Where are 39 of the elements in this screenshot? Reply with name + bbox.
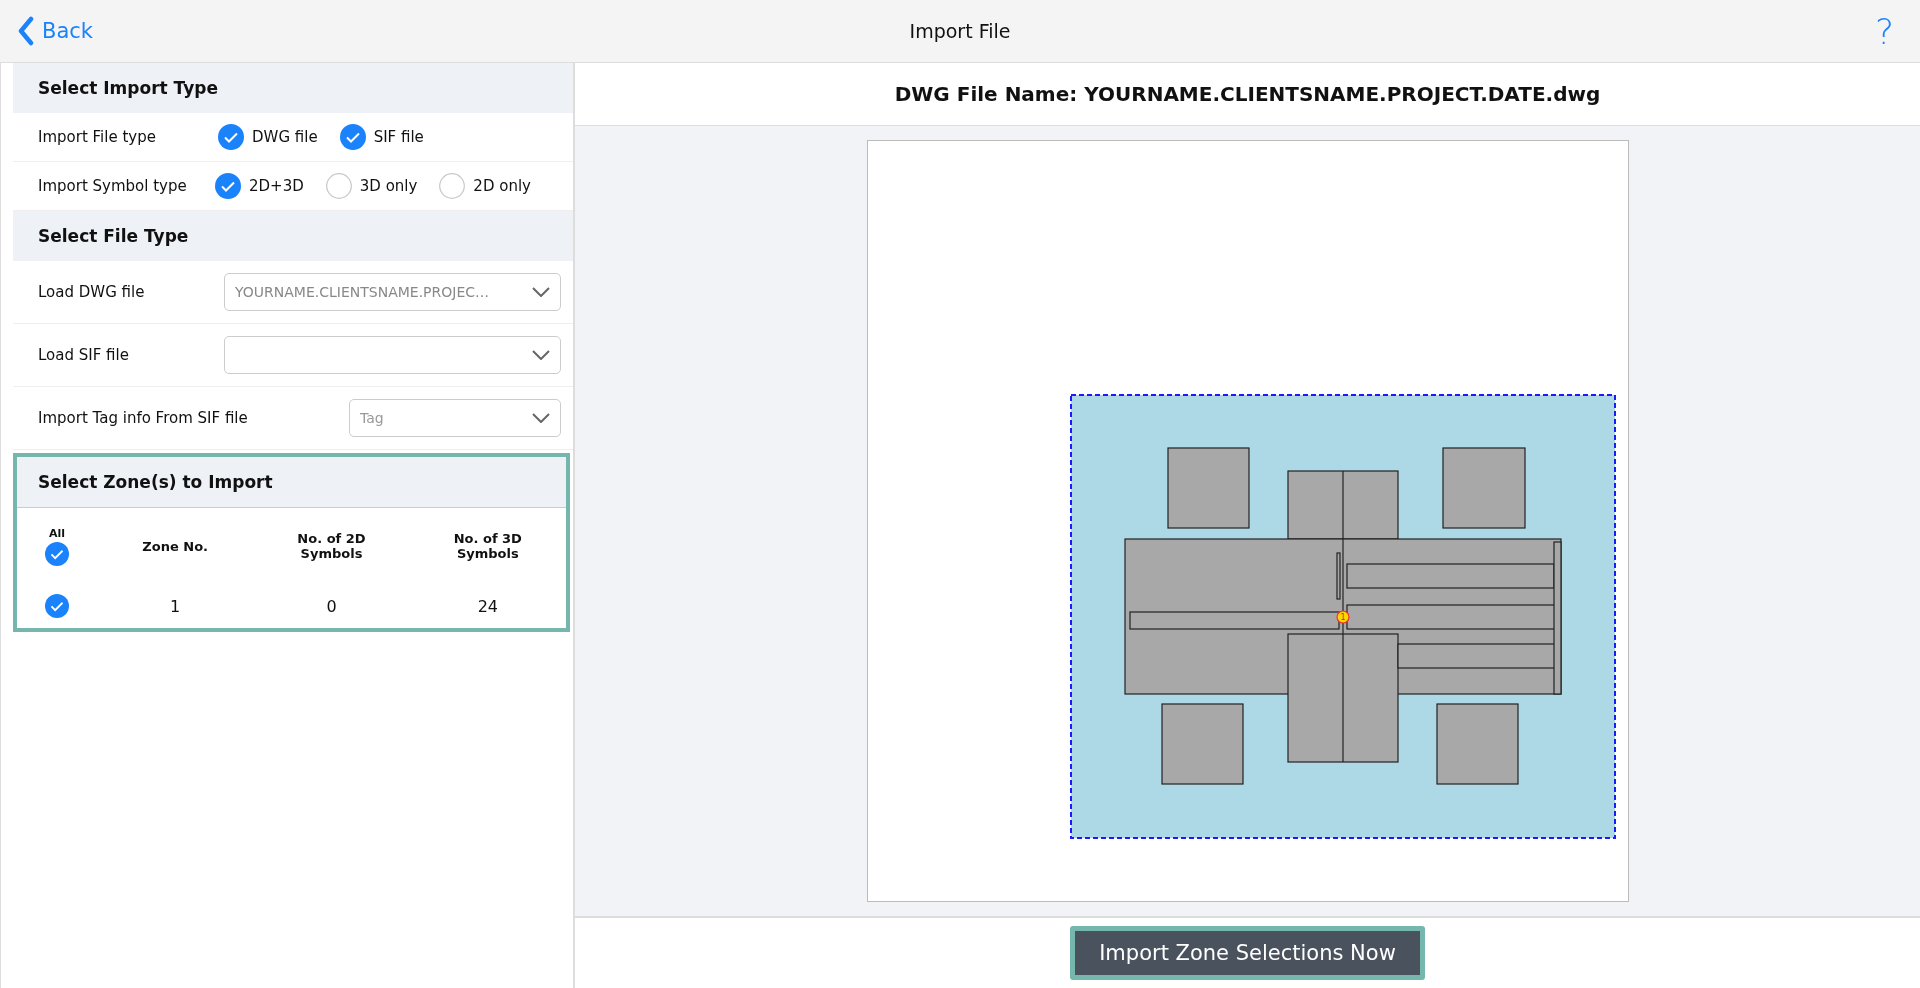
- chevron-down-icon: [532, 287, 550, 297]
- column-header: No. of 2D Symbols: [296, 531, 367, 561]
- column-header: No. of 3D Symbols: [452, 531, 523, 561]
- page-title: Import File: [909, 20, 1011, 42]
- all-label: All: [48, 526, 66, 540]
- chevron-down-icon: [532, 413, 550, 423]
- checkbox[interactable]: [218, 124, 244, 150]
- dropdown-field[interactable]: Tag: [349, 399, 561, 437]
- select-all-checkbox[interactable]: [45, 541, 69, 566]
- field-label: Import File type: [38, 128, 157, 146]
- field-label: Load SIF file: [38, 346, 129, 364]
- back-button[interactable]: Back: [14, 12, 97, 50]
- column-header: Zone No.: [141, 538, 209, 554]
- table-cell-text: 24: [476, 596, 499, 616]
- radio-button[interactable]: [439, 173, 466, 199]
- section-header: Select Import Type: [13, 63, 573, 113]
- chevron-down-icon: [532, 350, 550, 360]
- import-button[interactable]: Import Zone Selections Now: [1070, 926, 1425, 980]
- table-cell-text: 1: [169, 596, 182, 616]
- option-label: 3D only: [359, 177, 418, 195]
- option-label: 2D only: [473, 177, 531, 195]
- zone-marker: 1: [1335, 610, 1350, 624]
- field-label: Import Symbol type: [38, 177, 188, 195]
- help-button[interactable]: ?: [1874, 10, 1894, 52]
- table-cell-text: 0: [325, 596, 338, 616]
- option-label: 2D+3D: [249, 177, 304, 195]
- field-label: Import Tag info From SIF file: [38, 409, 248, 427]
- radio-button[interactable]: [215, 173, 241, 199]
- section-header: Select Zone(s) to Import: [17, 457, 566, 508]
- section-header: Select File Type: [13, 211, 573, 261]
- row-checkbox[interactable]: [45, 594, 69, 618]
- radio-button[interactable]: [325, 173, 352, 199]
- checkbox[interactable]: [339, 124, 366, 150]
- dropdown-field[interactable]: [224, 336, 561, 374]
- chevron-left-icon: [18, 16, 34, 46]
- option-label: DWG file: [252, 128, 318, 146]
- field-label: Load DWG file: [38, 283, 145, 301]
- option-label: SIF file: [373, 128, 424, 146]
- dropdown-field[interactable]: YOURNAME.CLIENTSNAME.PROJEC…: [224, 273, 561, 311]
